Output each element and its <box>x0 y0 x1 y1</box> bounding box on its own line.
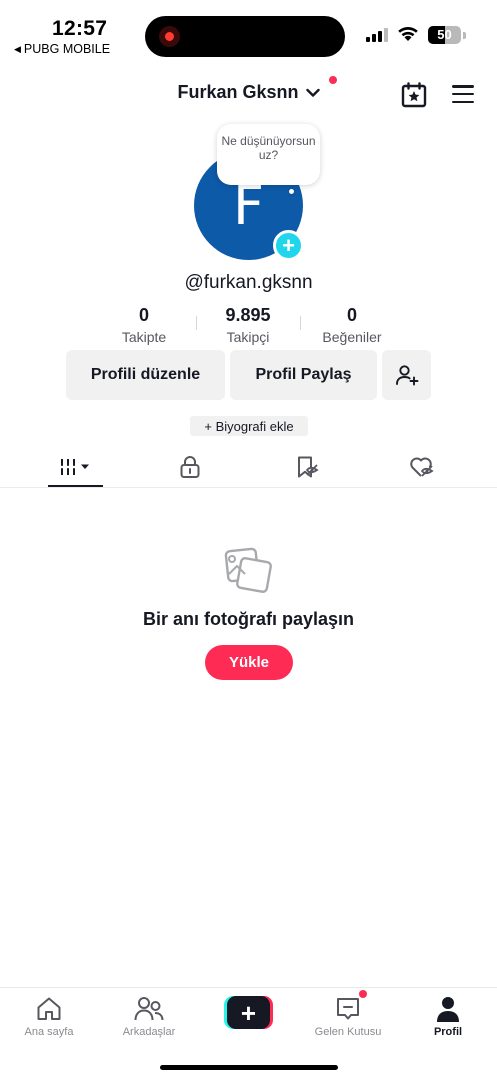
tab-videos[interactable] <box>48 448 103 486</box>
stat-likes[interactable]: 0 Beğeniler <box>312 305 392 345</box>
status-bar: 12:57 ◀ PUBG MOBILE 50 <box>0 0 497 62</box>
share-profile-button[interactable]: Profil Paylaş <box>230 350 377 400</box>
tab-private[interactable] <box>165 448 215 486</box>
tab-liked[interactable] <box>397 448 447 486</box>
notification-dot <box>329 76 337 84</box>
dynamic-island <box>145 16 345 57</box>
thought-bubble-text: Ne düşünüyorsun uz? <box>221 134 316 162</box>
back-to-app-link[interactable]: ◀ PUBG MOBILE <box>14 42 110 56</box>
nav-inbox[interactable]: Gelen Kutusu <box>308 994 388 1038</box>
stat-likes-value: 0 <box>346 305 357 325</box>
thought-bubble[interactable]: Ne düşünüyorsun uz? <box>217 124 320 185</box>
inbox-icon <box>337 998 359 1020</box>
home-indicator <box>160 1065 338 1070</box>
tab-saved[interactable] <box>282 448 332 486</box>
lock-icon <box>180 456 200 478</box>
stat-followers[interactable]: 9.895 Takipçi <box>208 305 288 345</box>
battery-tip <box>463 32 466 39</box>
back-app-label: PUBG MOBILE <box>23 42 111 56</box>
nav-home-label: Ana sayfa <box>24 1026 74 1038</box>
stat-following-value: 0 <box>138 305 149 325</box>
photo-icon <box>224 547 272 593</box>
stat-following-label: Takipte <box>121 329 167 345</box>
create-plus-icon: + <box>227 996 270 1029</box>
edit-profile-button[interactable]: Profili düzenle <box>66 350 225 400</box>
stat-followers-value: 9.895 <box>225 305 271 325</box>
upload-button[interactable]: Yükle <box>205 645 293 680</box>
bookmark-icon <box>298 456 319 478</box>
cellular-signal-icon <box>366 28 388 42</box>
header-username: Furkan Gksnn <box>177 82 299 102</box>
profile-handle: @furkan.gksnn <box>184 272 313 293</box>
battery-indicator: 50 <box>428 26 461 44</box>
wifi-icon <box>398 26 418 41</box>
empty-state-title: Bir anı fotoğrafı paylaşın <box>142 609 355 629</box>
thought-bubble-tail <box>289 189 294 194</box>
screen-recording-icon <box>159 26 180 47</box>
create-button[interactable]: + <box>224 996 273 1029</box>
nav-home[interactable]: Ana sayfa <box>9 994 89 1038</box>
add-friend-button[interactable] <box>382 350 431 400</box>
calendar-star-icon[interactable] <box>401 82 427 108</box>
profile-icon <box>437 997 459 1022</box>
back-arrow-icon: ◀ <box>14 43 21 54</box>
grid-videos-icon <box>59 459 89 475</box>
liked-heart-icon <box>410 457 434 477</box>
nav-friends[interactable]: Arkadaşlar <box>109 994 189 1038</box>
stat-followers-label: Takipçi <box>226 329 270 345</box>
battery-percent: 50 <box>437 27 452 42</box>
stat-divider <box>300 316 301 330</box>
profile-header: Furkan Gksnn <box>0 76 497 114</box>
hamburger-menu-icon[interactable] <box>452 85 474 103</box>
status-time: 12:57 <box>52 17 108 40</box>
plus-icon: + <box>282 232 295 258</box>
nav-friends-label: Arkadaşlar <box>122 1026 176 1038</box>
nav-profile[interactable]: Profil <box>408 994 488 1038</box>
add-photo-button[interactable]: + <box>273 230 304 261</box>
friends-icon <box>134 997 164 1021</box>
tabs-divider <box>0 487 497 488</box>
home-icon <box>37 997 61 1020</box>
add-bio-button[interactable]: + Biyografi ekle <box>190 416 308 436</box>
chevron-down-icon <box>305 89 320 97</box>
add-person-icon <box>395 365 418 386</box>
nav-profile-label: Profil <box>433 1026 463 1038</box>
stat-divider <box>196 316 197 330</box>
stat-likes-label: Beğeniler <box>322 329 382 345</box>
nav-inbox-label: Gelen Kutusu <box>314 1026 382 1038</box>
inbox-notification-dot <box>359 990 367 998</box>
stat-following[interactable]: 0 Takipte <box>114 305 174 345</box>
